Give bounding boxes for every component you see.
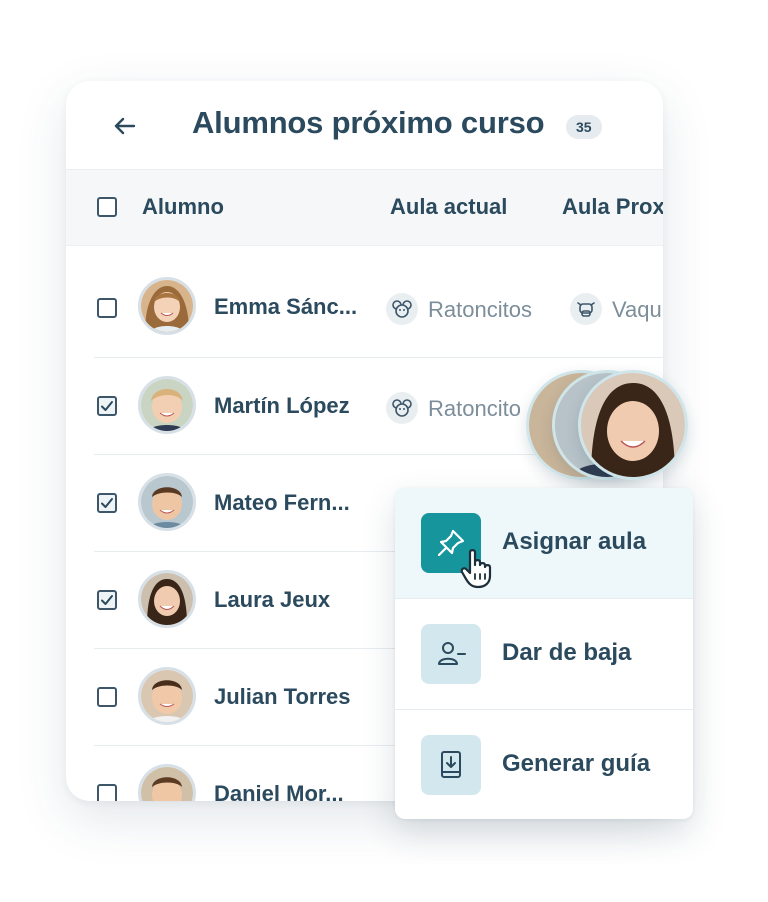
check-icon [101,595,113,605]
check-icon [101,401,113,411]
menu-item-asignar-aula[interactable]: Asignar aula [395,488,693,598]
cow-icon [570,293,602,325]
column-header-aula-proxima[interactable]: Aula Prox [562,194,663,220]
current-class-label: Ratoncitos [428,297,532,322]
current-class-label: Ratoncito [428,396,521,421]
menu-item-dar-de-baja[interactable]: Dar de baja [395,599,693,709]
table-header: Alumno Aula actual Aula Prox [66,170,663,246]
student-name: Daniel Mor... [214,781,344,801]
table-row[interactable]: Emma Sánc... Ratoncitos Vaqu [94,261,663,358]
context-menu: Asignar aula Dar de baja Generar guía [395,488,693,819]
student-name: Emma Sánc... [214,294,358,319]
student-name: Laura Jeux [214,587,331,612]
dragged-avatar[interactable] [578,370,688,480]
row-checkbox[interactable] [97,784,117,801]
back-button[interactable] [112,113,138,139]
user-remove-icon [438,642,466,665]
student-name: Julian Torres [214,684,351,709]
row-checkbox[interactable] [97,298,117,318]
mouse-icon [386,392,418,424]
select-all-checkbox[interactable] [97,197,117,217]
book-download-icon [441,751,461,778]
avatar [138,376,196,434]
arrow-left-icon [114,117,136,135]
menu-item-label: Asignar aula [502,528,647,555]
mouse-icon [386,293,418,325]
menu-item-generar-guia[interactable]: Generar guía [395,710,693,819]
column-header-alumno[interactable]: Alumno [142,194,224,220]
avatar [138,570,196,628]
menu-item-label: Dar de baja [502,639,632,666]
page-title: Alumnos próximo curso [192,105,545,140]
row-checkbox[interactable] [97,493,117,513]
row-checkbox[interactable] [97,590,117,610]
panel-header: Alumnos próximo curso 35 [66,81,663,170]
column-header-aula-actual[interactable]: Aula actual [390,194,507,220]
avatar [138,667,196,725]
next-class-label: Vaqu [612,297,662,322]
avatar [138,473,196,531]
student-name: Mateo Fern... [214,490,350,515]
avatar [138,764,196,801]
check-icon [101,498,113,508]
student-count-badge: 35 [566,115,602,139]
row-checkbox[interactable] [97,396,117,416]
avatar [138,277,196,335]
menu-item-label: Generar guía [502,750,651,777]
student-name: Martín López [214,393,350,418]
hand-cursor-icon [460,549,492,589]
row-checkbox[interactable] [97,687,117,707]
